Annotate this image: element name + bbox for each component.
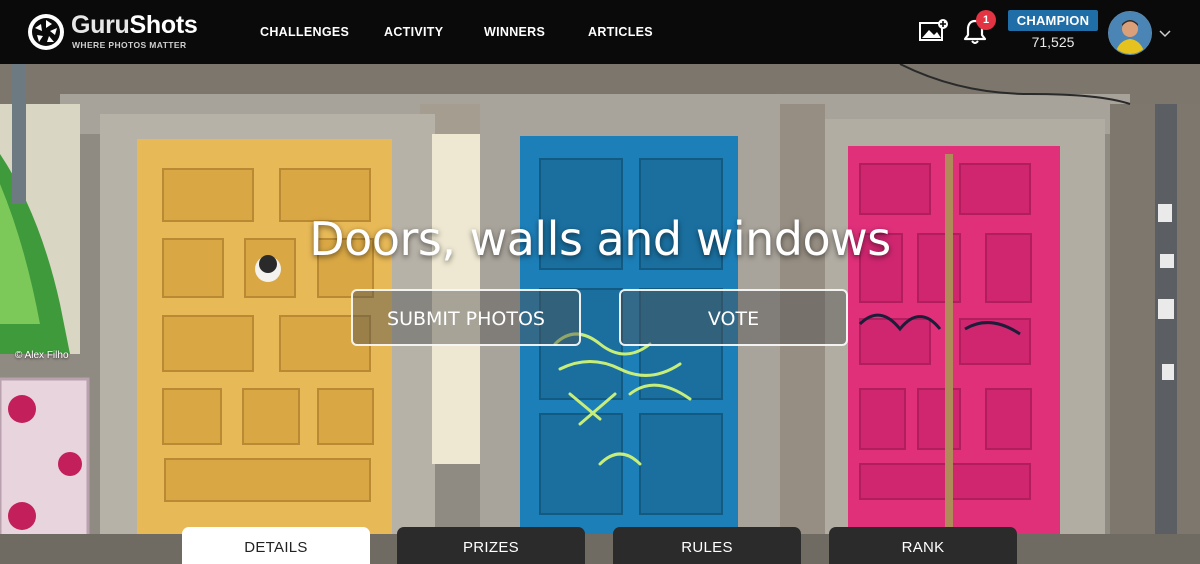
challenge-title: Doors, walls and windows bbox=[309, 212, 891, 266]
photo-credit: © Alex Filho bbox=[15, 350, 69, 361]
tab-prizes[interactable]: PRIZES bbox=[397, 527, 585, 564]
submit-photos-button[interactable]: SUBMIT PHOTOS bbox=[351, 289, 581, 346]
tab-details[interactable]: DETAILS bbox=[182, 527, 370, 564]
nav-challenges[interactable]: CHALLENGES bbox=[260, 25, 349, 39]
add-photo-icon[interactable] bbox=[918, 18, 950, 44]
notification-count-badge: 1 bbox=[976, 10, 996, 30]
hero-background-photo bbox=[0, 64, 1200, 564]
points-value: 71,525 bbox=[1031, 34, 1075, 50]
tab-rank[interactable]: RANK bbox=[829, 527, 1017, 564]
nav-winners[interactable]: WINNERS bbox=[484, 25, 545, 39]
user-avatar[interactable] bbox=[1108, 11, 1152, 55]
top-nav-bar: GuruShots WHERE PHOTOS MATTER CHALLENGES… bbox=[0, 0, 1200, 64]
brand-name[interactable]: GuruShots bbox=[71, 11, 198, 39]
nav-activity[interactable]: ACTIVITY bbox=[384, 25, 443, 39]
brand-tagline: WHERE PHOTOS MATTER bbox=[72, 40, 187, 50]
camera-shutter-logo-icon[interactable] bbox=[28, 14, 64, 50]
challenge-hero: Doors, walls and windows SUBMIT PHOTOS V… bbox=[0, 64, 1200, 564]
tab-rules[interactable]: RULES bbox=[613, 527, 801, 564]
brand-prefix: Guru bbox=[71, 11, 130, 39]
vote-button[interactable]: VOTE bbox=[619, 289, 848, 346]
rank-badge: CHAMPION bbox=[1008, 10, 1098, 31]
nav-articles[interactable]: ARTICLES bbox=[588, 25, 653, 39]
brand-suffix: Shots bbox=[129, 11, 198, 39]
chevron-down-icon[interactable] bbox=[1159, 26, 1171, 38]
